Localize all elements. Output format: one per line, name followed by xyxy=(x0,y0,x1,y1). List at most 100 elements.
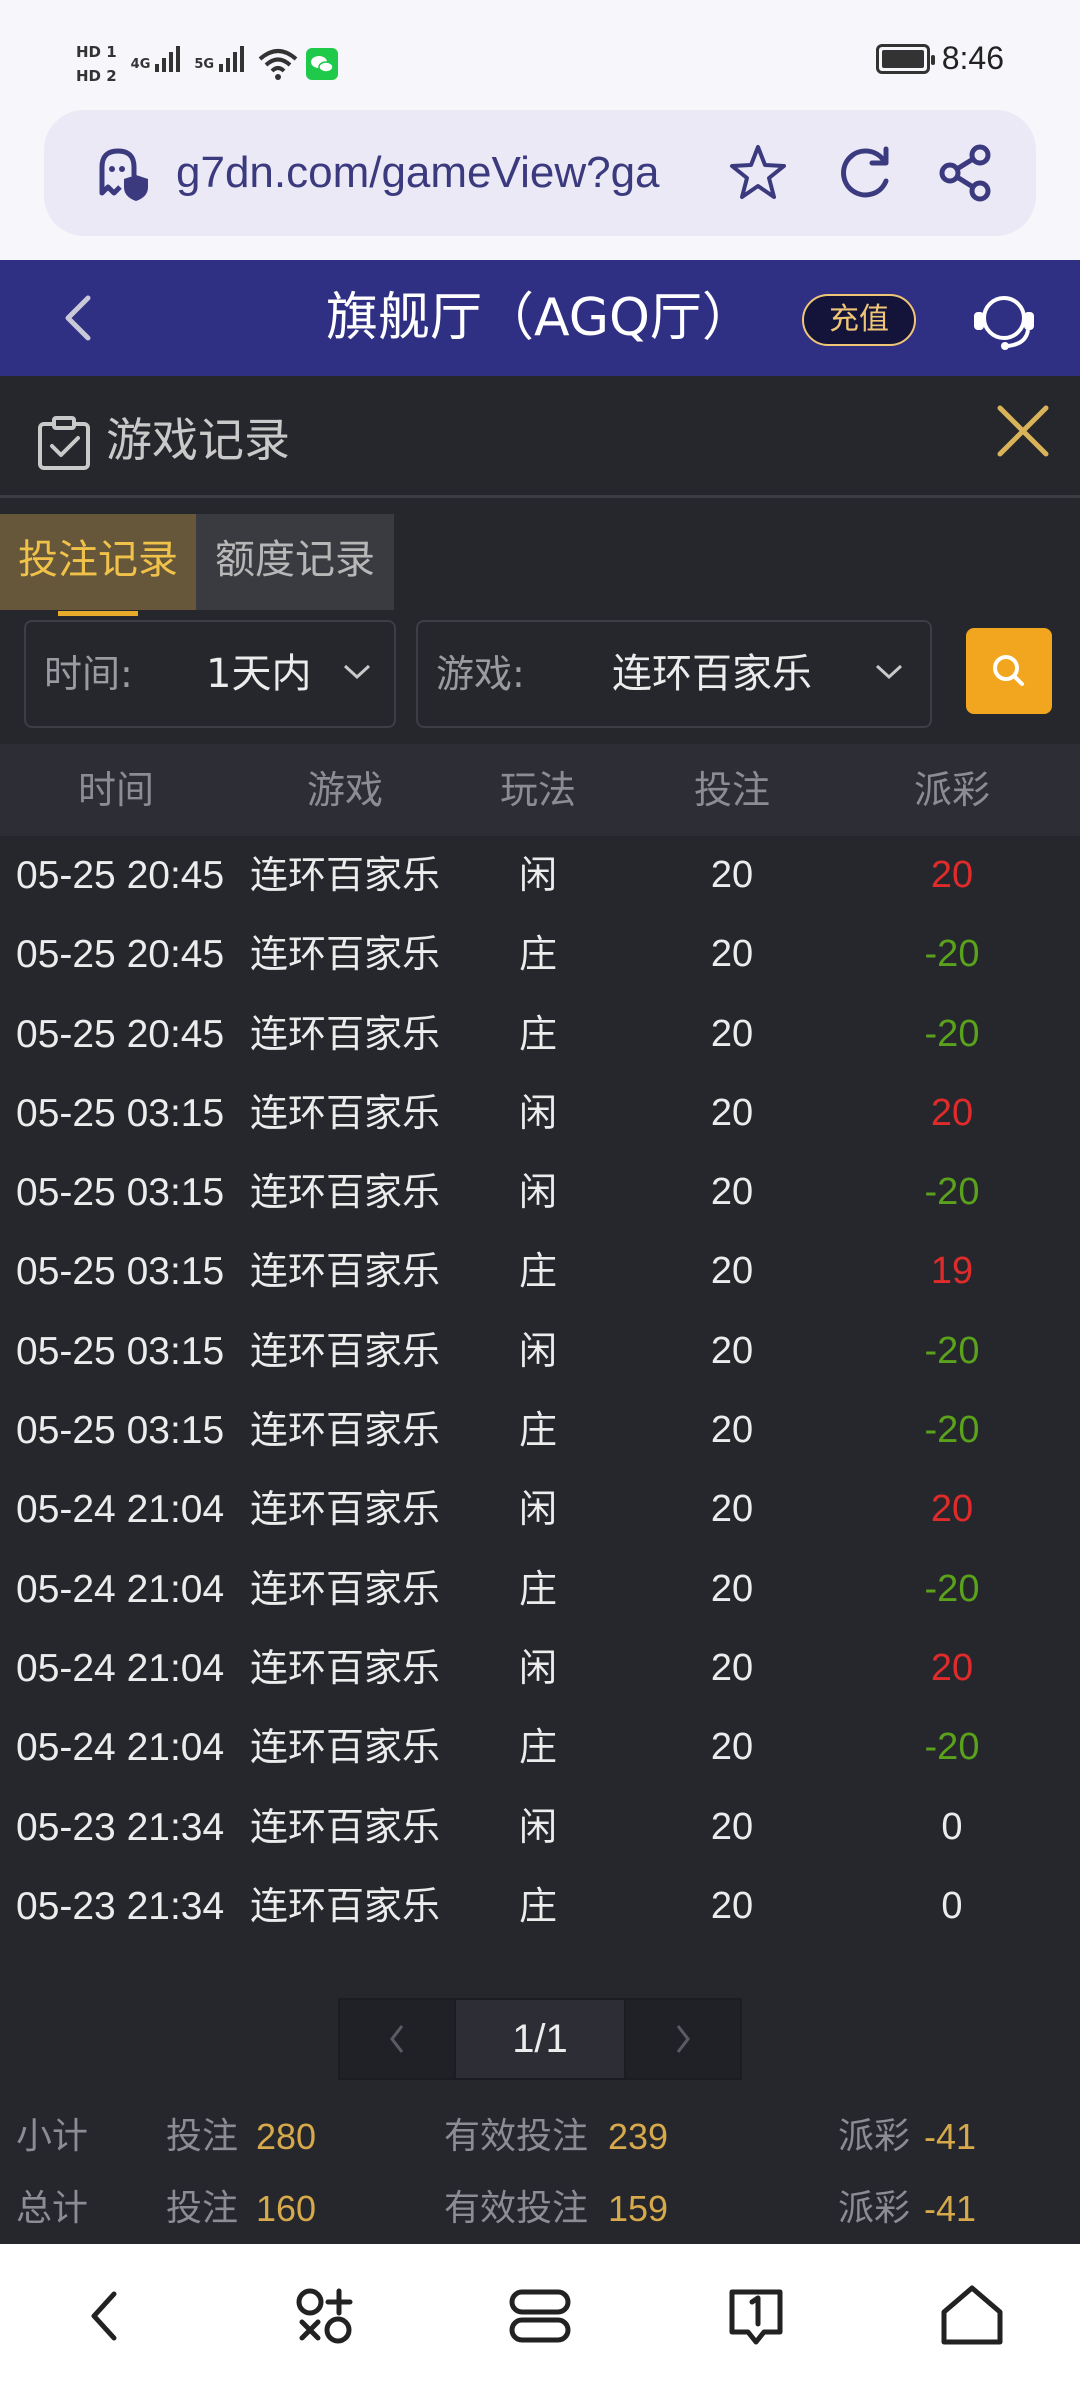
chevron-right-icon xyxy=(676,2025,690,2053)
total-payout-label: 派彩 xyxy=(838,2188,911,2229)
table-row: 05-25 03:15 连环百家乐 闲 20 -20 xyxy=(0,1312,1080,1391)
search-icon xyxy=(993,655,1024,686)
table-row: 05-23 21:34 连环百家乐 庄 20 0 xyxy=(0,1867,1080,1946)
time-filter-label: 时间: xyxy=(44,652,133,696)
row-payout: 20 xyxy=(930,1091,974,1134)
wechat-notification-icon xyxy=(306,48,339,80)
star-icon[interactable] xyxy=(726,141,790,205)
row-game: 连环百家乐 xyxy=(249,1170,440,1215)
row-bet: 20 xyxy=(710,1409,754,1452)
home-icon[interactable] xyxy=(936,2280,1008,2352)
row-game: 连环百家乐 xyxy=(249,1487,440,1532)
row-game: 连环百家乐 xyxy=(249,1883,440,1928)
sim1-label: HD 1 xyxy=(76,43,117,61)
subtotal-payout-label: 派彩 xyxy=(838,2116,911,2157)
signal-bars-icon xyxy=(155,45,181,72)
row-payout: -20 xyxy=(924,1171,980,1214)
row-bet: 20 xyxy=(710,854,754,896)
row-game: 连环百家乐 xyxy=(249,1566,440,1611)
row-time: 05-25 03:15 xyxy=(16,1171,225,1215)
headset-icon[interactable] xyxy=(968,286,1040,358)
row-play: 闲 xyxy=(518,1645,557,1690)
column-time: 时间 xyxy=(77,768,154,812)
row-payout: -20 xyxy=(924,1567,980,1610)
row-play: 闲 xyxy=(518,1090,557,1135)
chevron-down-icon xyxy=(875,664,903,680)
search-button[interactable] xyxy=(966,628,1052,714)
row-play: 庄 xyxy=(518,932,557,977)
column-payout: 派彩 xyxy=(913,768,990,812)
table-row: 05-25 03:15 连环百家乐 庄 20 19 xyxy=(0,1232,1080,1311)
signal-group: HD 1 HD 2 4G 5G xyxy=(76,36,339,92)
prev-page-button[interactable] xyxy=(340,2000,454,2078)
row-play: 闲 xyxy=(518,853,557,897)
battery-icon xyxy=(875,43,935,74)
table-header: 时间 游戏 玩法 投注 派彩 xyxy=(0,744,1080,836)
row-game: 连环百家乐 xyxy=(249,1645,440,1690)
subtotal-valid-value: 239 xyxy=(608,2116,669,2157)
table-row: 05-25 03:15 连环百家乐 庄 20 -20 xyxy=(0,1391,1080,1470)
row-bet: 20 xyxy=(710,1329,754,1372)
game-record-panel: 游戏记录 投注记录 额度记录 时间: 1天内 游戏: 连环百家乐 时间 游戏 玩… xyxy=(0,376,1080,2244)
row-payout: 20 xyxy=(930,854,974,896)
row-time: 05-25 20:45 xyxy=(16,1012,225,1056)
row-payout: -20 xyxy=(924,933,980,976)
recharge-button[interactable]: 充值 xyxy=(802,294,916,346)
column-game: 游戏 xyxy=(306,768,383,812)
row-play: 庄 xyxy=(518,1566,557,1611)
total-valid-value: 159 xyxy=(608,2188,669,2229)
row-play: 闲 xyxy=(518,1328,557,1373)
time-filter-select[interactable]: 时间: 1天内 xyxy=(24,620,396,728)
wifi-icon xyxy=(258,49,298,80)
url-text[interactable]: g7dn.com/gameView?ga xyxy=(176,148,676,198)
row-bet: 20 xyxy=(710,1012,754,1055)
next-page-button[interactable] xyxy=(626,2000,740,2078)
subtotal-payout-value: -41 xyxy=(924,2116,977,2157)
row-play: 庄 xyxy=(518,1249,557,1294)
row-bet: 20 xyxy=(710,1091,754,1134)
row-bet: 20 xyxy=(710,1250,754,1293)
table-row: 05-24 21:04 连环百家乐 庄 20 -20 xyxy=(0,1550,1080,1629)
badge-one-icon[interactable] xyxy=(720,2280,792,2352)
row-bet: 20 xyxy=(710,1805,754,1848)
game-filter-value: 连环百家乐 xyxy=(612,651,812,697)
row-time: 05-24 21:04 xyxy=(16,1488,225,1532)
refresh-icon[interactable] xyxy=(834,141,898,205)
total-bet-value: 160 xyxy=(256,2188,317,2229)
row-time: 05-25 03:15 xyxy=(16,1091,225,1135)
row-time: 05-24 21:04 xyxy=(16,1567,225,1611)
row-game: 连环百家乐 xyxy=(249,1408,440,1453)
table-row: 05-23 21:34 连环百家乐 闲 20 0 xyxy=(0,1788,1080,1867)
row-time: 05-23 21:34 xyxy=(16,1884,225,1928)
shield-lock-icon[interactable] xyxy=(88,141,152,205)
share-icon[interactable] xyxy=(934,141,998,205)
table-row: 05-25 20:45 连环百家乐 庄 20 -20 xyxy=(0,995,1080,1074)
tab-credit-records[interactable]: 额度记录 xyxy=(196,514,394,610)
tabs-icon[interactable] xyxy=(504,2280,576,2352)
row-game: 连环百家乐 xyxy=(249,1090,440,1135)
row-play: 闲 xyxy=(518,1487,557,1532)
tab-bet-records[interactable]: 投注记录 xyxy=(0,514,196,616)
table-row: 05-24 21:04 连环百家乐 闲 20 20 xyxy=(0,1470,1080,1549)
sim2-label: HD 2 xyxy=(76,67,117,85)
row-play: 闲 xyxy=(518,1804,557,1849)
game-filter-select[interactable]: 游戏: 连环百家乐 xyxy=(416,620,932,728)
row-payout: -20 xyxy=(924,1726,980,1769)
row-payout: 0 xyxy=(941,1805,963,1848)
row-payout: 20 xyxy=(930,1488,974,1531)
close-icon[interactable] xyxy=(988,396,1058,466)
apps-icon[interactable] xyxy=(288,2280,360,2352)
row-play: 庄 xyxy=(518,1883,557,1928)
subtotal-row: 小计 投注 280 有效投注 239 派彩 -41 xyxy=(0,2102,1080,2172)
row-time: 05-25 20:45 xyxy=(16,854,225,897)
column-bet: 投注 xyxy=(693,768,770,812)
nav-back-icon[interactable] xyxy=(70,2280,142,2352)
row-bet: 20 xyxy=(710,933,754,976)
row-bet: 20 xyxy=(710,1488,754,1531)
panel-title: 游戏记录 xyxy=(106,413,290,467)
hd-indicators: HD 1 HD 2 xyxy=(76,41,117,87)
row-time: 05-25 03:15 xyxy=(16,1409,225,1453)
total-valid-label: 有效投注 xyxy=(444,2188,589,2229)
browser-url-bar[interactable]: g7dn.com/gameView?ga xyxy=(44,110,1036,236)
app-header: 旗舰厅（AGQ厅） 充值 xyxy=(0,260,1080,376)
